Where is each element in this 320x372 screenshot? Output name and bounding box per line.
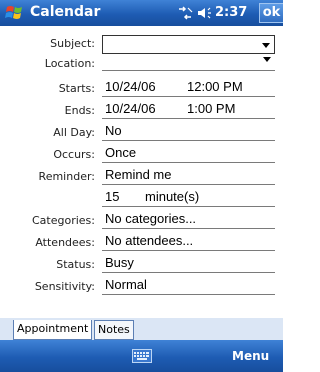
location-field[interactable] xyxy=(102,52,275,71)
reminder-time-field[interactable]: 15 minute(s) xyxy=(102,188,275,207)
starts-field[interactable]: 10/24/06 12:00 PM xyxy=(102,78,275,97)
sensitivity-field[interactable]: Normal xyxy=(102,276,275,295)
categories-field[interactable]: No categories... xyxy=(102,210,275,229)
app-title: Calendar xyxy=(30,4,101,20)
reminder-amount[interactable]: 15 xyxy=(105,189,119,204)
ok-button[interactable]: ok xyxy=(259,3,283,23)
subject-dropdown-arrow-icon[interactable] xyxy=(262,43,270,48)
location-dropdown-arrow-icon[interactable] xyxy=(263,57,271,62)
occurs-label: Occurs: xyxy=(53,148,95,161)
reminder-label: Reminder: xyxy=(38,170,95,183)
volume-icon[interactable] xyxy=(197,6,213,20)
starts-label: Starts: xyxy=(58,82,95,95)
ends-field[interactable]: 10/24/06 1:00 PM xyxy=(102,100,275,119)
subject-label: Subject: xyxy=(50,37,95,50)
title-bar: Calendar 2:37 ok xyxy=(0,0,283,26)
status-field[interactable]: Busy xyxy=(102,254,275,273)
all-day-label: All Day: xyxy=(53,126,95,139)
all-day-field[interactable]: No xyxy=(102,122,275,141)
tab-appointment[interactable]: Appointment xyxy=(13,320,93,340)
reminder-field[interactable]: Remind me xyxy=(102,166,275,185)
keyboard-icon[interactable] xyxy=(132,349,152,363)
attendees-field[interactable]: No attendees... xyxy=(102,232,275,251)
menu-button[interactable]: Menu xyxy=(232,349,269,363)
ends-label: Ends: xyxy=(64,104,95,117)
clock[interactable]: 2:37 xyxy=(215,5,247,20)
attendees-label: Attendees: xyxy=(35,236,95,249)
location-label: Location: xyxy=(44,57,95,70)
connectivity-icon[interactable] xyxy=(176,6,194,20)
windows-start-icon[interactable] xyxy=(5,3,25,23)
categories-label: Categories: xyxy=(32,214,95,227)
ends-date[interactable]: 10/24/06 xyxy=(105,101,156,116)
starts-date[interactable]: 10/24/06 xyxy=(105,79,156,94)
ends-time[interactable]: 1:00 PM xyxy=(187,100,235,118)
status-label: Status: xyxy=(56,258,95,271)
starts-time[interactable]: 12:00 PM xyxy=(187,78,243,96)
tab-notes[interactable]: Notes xyxy=(94,320,134,340)
occurs-field[interactable]: Once xyxy=(102,144,275,163)
sensitivity-label: Sensitivity: xyxy=(34,280,95,293)
reminder-unit[interactable]: minute(s) xyxy=(145,188,199,206)
